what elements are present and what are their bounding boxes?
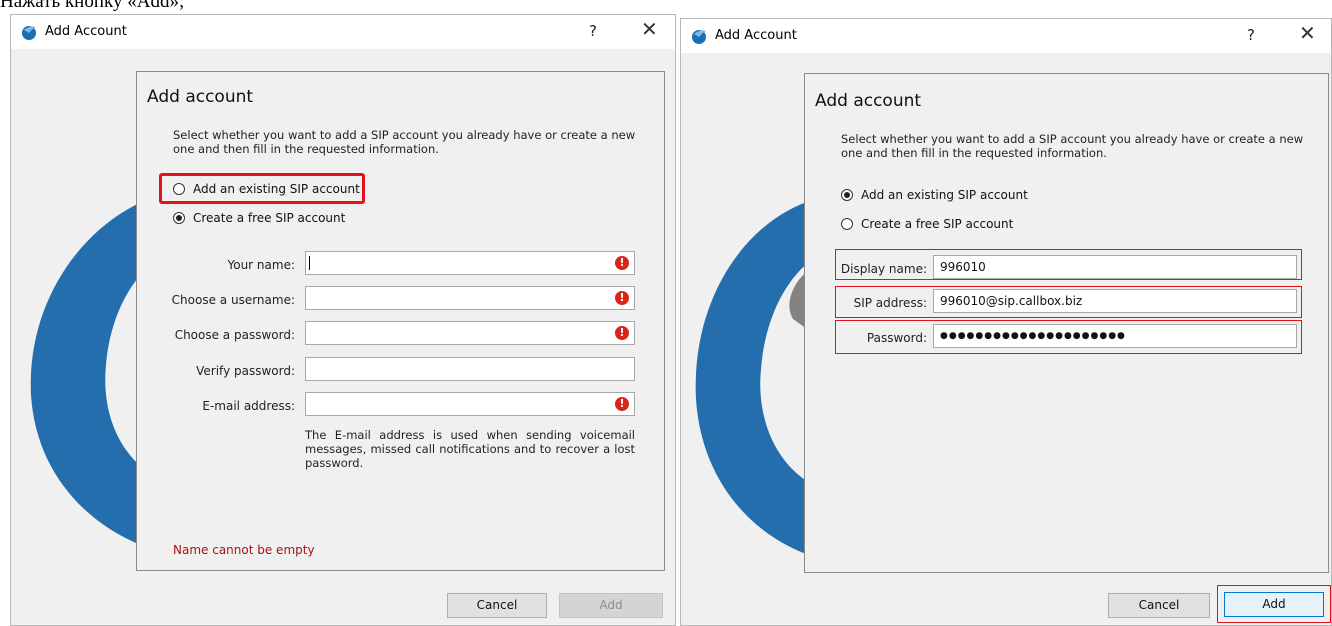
radio-checked-icon: [173, 212, 185, 224]
add-button[interactable]: Add: [1224, 592, 1324, 617]
app-logo-icon: [692, 30, 706, 44]
verify-password-input[interactable]: [305, 357, 635, 381]
display-name-label: Display name:: [840, 262, 927, 276]
radio-label: Create a free SIP account: [193, 211, 346, 225]
sip-address-label: SIP address:: [853, 296, 927, 310]
password-input[interactable]: [305, 321, 635, 345]
display-name-input[interactable]: 996010: [933, 255, 1297, 279]
radio-add-existing[interactable]: Add an existing SIP account: [841, 188, 1028, 202]
radio-create-free[interactable]: Create a free SIP account: [841, 217, 1013, 231]
title-bar: Add Account ? ✕: [681, 19, 1331, 53]
close-button[interactable]: ✕: [641, 19, 658, 39]
form-panel: Add account Select whether you want to a…: [136, 71, 665, 571]
panel-description: Select whether you want to add a SIP acc…: [841, 132, 1304, 160]
panel-description: Select whether you want to add a SIP acc…: [173, 128, 636, 156]
error-icon: !: [615, 397, 629, 411]
radio-label: Add an existing SIP account: [861, 188, 1028, 202]
cancel-button[interactable]: Cancel: [1108, 593, 1210, 618]
window-title: Add Account: [715, 28, 797, 43]
cancel-button[interactable]: Cancel: [447, 593, 547, 618]
radio-label: Create a free SIP account: [861, 217, 1014, 231]
your-name-input[interactable]: [305, 251, 635, 275]
validation-error: Name cannot be empty: [173, 543, 315, 557]
error-icon: !: [615, 256, 629, 270]
radio-create-free[interactable]: Create a free SIP account: [173, 211, 345, 225]
title-bar: Add Account ? ✕: [11, 15, 675, 49]
document-caption: Нажать кнопку «Add»;: [0, 0, 185, 12]
username-input[interactable]: [305, 286, 635, 310]
radio-icon: [841, 218, 853, 230]
password-label: Choose a password:: [174, 328, 295, 342]
sip-address-input[interactable]: 996010@sip.callbox.biz: [933, 289, 1297, 313]
form-panel: Add account Select whether you want to a…: [804, 73, 1329, 573]
password-label: Password:: [866, 331, 927, 345]
error-icon: !: [615, 291, 629, 305]
add-account-dialog-right: Add Account ? ✕ Add account Select wheth…: [680, 18, 1332, 626]
radio-icon: [173, 183, 185, 195]
email-input[interactable]: [305, 392, 635, 416]
help-button[interactable]: ?: [1247, 26, 1255, 44]
username-label: Choose a username:: [171, 293, 295, 307]
radio-add-existing[interactable]: Add an existing SIP account: [173, 182, 360, 196]
error-icon: !: [615, 326, 629, 340]
email-label: E-mail address:: [202, 399, 295, 413]
panel-title: Add account: [815, 91, 922, 111]
add-account-dialog-left: Add Account ? ✕ Add account Select wheth…: [10, 14, 676, 626]
add-button-disabled[interactable]: Add: [559, 593, 663, 618]
close-button[interactable]: ✕: [1299, 23, 1316, 43]
window-title: Add Account: [45, 24, 127, 39]
help-button[interactable]: ?: [589, 22, 597, 40]
password-input[interactable]: ●●●●●●●●●●●●●●●●●●●●●: [933, 324, 1297, 348]
email-help-text: The E-mail address is used when sending …: [305, 428, 635, 470]
radio-label: Add an existing SIP account: [193, 182, 360, 196]
radio-checked-icon: [841, 189, 853, 201]
verify-password-label: Verify password:: [196, 364, 295, 378]
your-name-label: Your name:: [227, 258, 295, 272]
app-logo-icon: [22, 26, 36, 40]
panel-title: Add account: [147, 87, 254, 107]
